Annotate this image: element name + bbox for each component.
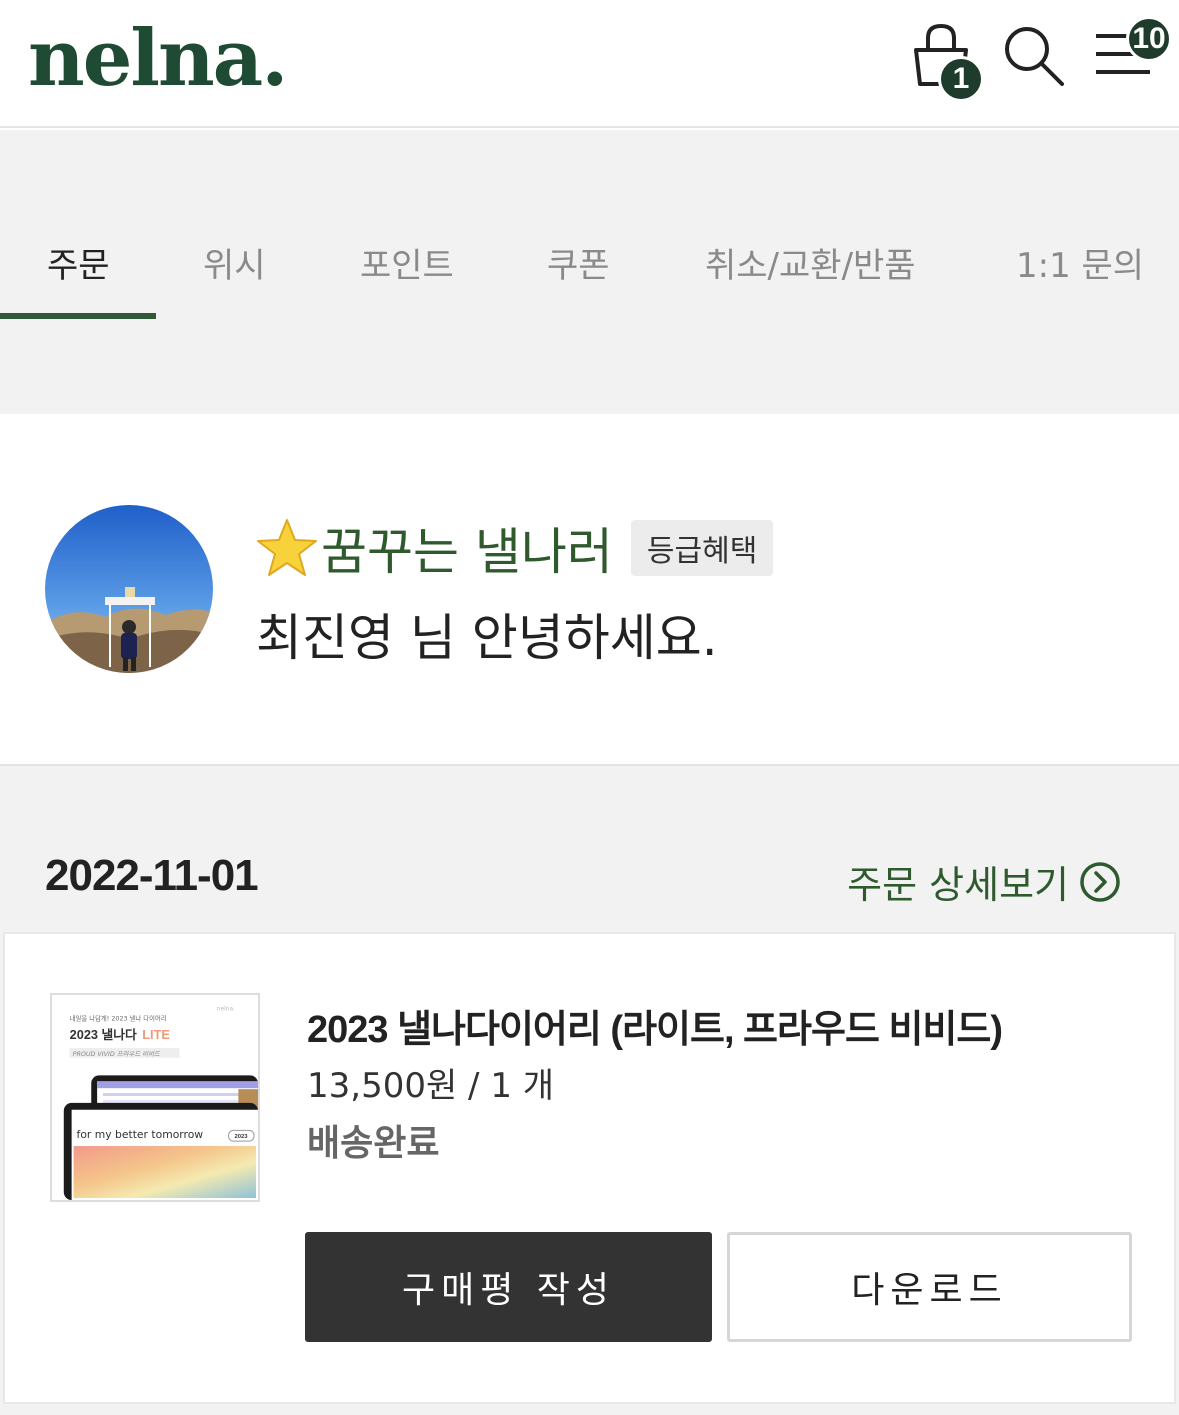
thumb-year: 2023	[234, 1134, 248, 1140]
active-tab-indicator	[0, 313, 156, 319]
greeting-text: 최진영 님 안녕하세요.	[256, 609, 718, 667]
product-title[interactable]: 2023 낼나다이어리 (라이트, 프라우드 비비드)	[307, 998, 1003, 1053]
thumb-brand-text: nelna.	[217, 1007, 235, 1013]
app-header: nelna. 1 10	[0, 0, 1179, 128]
menu-notification-badge: 10	[1126, 16, 1172, 62]
tab-points[interactable]: 포인트	[360, 238, 454, 287]
product-price-quantity: 13,500원 / 1 개	[307, 1066, 555, 1106]
tab-cancel-exchange-return[interactable]: 취소/교환/반품	[705, 238, 916, 287]
tab-wish[interactable]: 위시	[203, 238, 266, 287]
thumb-headline: 2023 낼나다	[70, 1027, 137, 1042]
write-review-button[interactable]: 구매평 작성	[305, 1232, 712, 1342]
order-history-section: 2022-11-01 주문 상세보기 내일을 나답게! 2023 낼나 다이어리…	[0, 764, 1179, 1415]
product-thumbnail[interactable]: 내일을 나답게! 2023 낼나 다이어리 nelna. 2023 낼나다 LI…	[50, 993, 260, 1202]
search-icon[interactable]	[1000, 22, 1066, 88]
avatar[interactable]	[45, 505, 213, 673]
delivery-status: 배송완료	[307, 1123, 440, 1164]
mypage-tab-bar: 주문 위시 포인트 쿠폰 취소/교환/반품 1:1 문의	[0, 130, 1179, 414]
thumb-headline-accent: LITE	[142, 1027, 170, 1042]
order-detail-link[interactable]: 주문 상세보기	[847, 854, 1121, 909]
order-item-card: 내일을 나답게! 2023 낼나 다이어리 nelna. 2023 낼나다 LI…	[3, 932, 1176, 1404]
order-date: 2022-11-01	[45, 851, 259, 900]
grade-row: 꿈꾸는 낼나러 등급혜택	[255, 512, 774, 584]
membership-grade-name: 꿈꾸는 낼나러	[321, 523, 613, 581]
thumb-top-text: 내일을 나답게! 2023 낼나 다이어리	[70, 1014, 167, 1023]
tab-orders[interactable]: 주문	[47, 238, 110, 287]
download-button[interactable]: 다운로드	[727, 1232, 1132, 1342]
star-icon	[257, 519, 317, 576]
thumb-tagline: for my better tomorrow	[77, 1128, 204, 1141]
tab-coupons[interactable]: 쿠폰	[547, 238, 610, 287]
profile-section: 꿈꾸는 낼나러 등급혜택 최진영 님 안녕하세요.	[0, 414, 1179, 764]
order-detail-label: 주문 상세보기	[847, 863, 1069, 907]
chevron-right-circle-icon	[1080, 861, 1120, 902]
tab-inquiry[interactable]: 1:1 문의	[1016, 238, 1144, 287]
grade-benefit-button[interactable]: 등급혜택	[630, 520, 774, 576]
brand-logo[interactable]: nelna.	[28, 14, 288, 104]
cart-count-badge: 1	[938, 56, 984, 102]
thumb-sub-text: PROUD VIVID 프라우드 비비드	[73, 1050, 161, 1058]
